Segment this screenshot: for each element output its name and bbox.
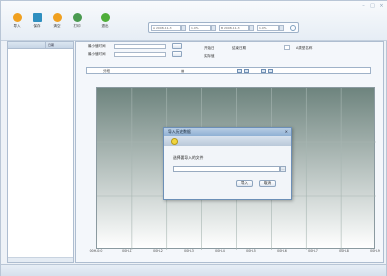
x-tick-label: 00H-5 xyxy=(246,249,256,253)
exit-icon xyxy=(100,13,110,22)
segment-label: 分段 xyxy=(103,69,110,73)
start-label: 最小值时间 xyxy=(88,44,106,48)
end-rate-combo[interactable]: 1.0% xyxy=(257,25,279,31)
maximize-icon[interactable]: □ xyxy=(370,4,375,9)
import-icon xyxy=(12,13,22,22)
end-date-combo[interactable]: B 2008-11-3 xyxy=(219,25,249,31)
x-tick-label: 00H-9 xyxy=(370,249,380,253)
nav-last-icon[interactable] xyxy=(268,69,273,73)
sidebar-header: 日期 xyxy=(8,42,73,49)
toolbar: 导入 保存 清空 打印 退出 A 2008-11-3 1.0% B 2008-1… xyxy=(1,1,387,41)
import-button[interactable]: 导入 xyxy=(9,13,25,29)
dialog-prompt: 选择要导入的文件 xyxy=(173,155,204,160)
dialog-close-icon[interactable]: × xyxy=(285,128,288,136)
sidebar-col-name[interactable] xyxy=(8,42,45,48)
folder-icon xyxy=(171,138,178,145)
print-icon xyxy=(72,13,82,22)
window-controls: – □ × xyxy=(361,4,384,9)
nav-next-icon[interactable] xyxy=(261,69,266,73)
x-tick-label: 00H-4 xyxy=(215,249,225,253)
import-dialog: 导入历史数据 × 选择要导入的文件 … 导入 取消 xyxy=(163,127,292,200)
label-a: 开始日 xyxy=(204,46,215,50)
dialog-banner xyxy=(164,136,291,146)
x-tick-label: 00H-6 xyxy=(277,249,287,253)
nav-first-icon[interactable] xyxy=(237,69,242,73)
save-button[interactable]: 保存 xyxy=(29,13,45,29)
x-tick-label: 00H-0:0 xyxy=(89,249,103,253)
x-tick-label: 00H-2 xyxy=(153,249,163,253)
label-b: 结束日期 xyxy=(232,46,246,50)
clear-icon xyxy=(52,13,62,22)
start-date-combo[interactable]: A 2008-11-3 xyxy=(151,25,181,31)
minimize-icon[interactable]: – xyxy=(361,4,366,9)
dialog-ok-button[interactable]: 导入 xyxy=(236,180,253,187)
end-button[interactable] xyxy=(172,51,182,57)
print-button[interactable]: 打印 xyxy=(69,13,85,29)
sidebar-list[interactable]: 日期 xyxy=(7,41,74,263)
nav-prev-icon[interactable] xyxy=(244,69,249,73)
import-button-label: 导入 xyxy=(13,24,21,28)
x-tick-label: 00H-3 xyxy=(184,249,194,253)
dialog-title: 导入历史数据 xyxy=(168,129,191,134)
date-control-bar: A 2008-11-3 1.0% B 2008-11-3 1.0% xyxy=(148,22,299,33)
start-input[interactable] xyxy=(114,44,166,49)
main-window: 导入 保存 清空 打印 退出 A 2008-11-3 1.0% B 2008-1… xyxy=(0,0,387,276)
start-rate-dropdown[interactable] xyxy=(211,25,216,31)
save-icon xyxy=(32,13,42,22)
x-tick-label: 00H-7 xyxy=(308,249,318,253)
label-c: 实际值 xyxy=(204,54,215,58)
print-button-label: 打印 xyxy=(73,24,81,28)
segment-bar: 分段 ■ xyxy=(86,67,371,74)
dialog-cancel-button[interactable]: 取消 xyxy=(259,180,276,187)
end-input[interactable] xyxy=(114,52,166,57)
x-tick-label: 00H-8 xyxy=(339,249,349,253)
start-button[interactable] xyxy=(172,43,182,49)
end-label: 最小值时间 xyxy=(88,52,106,56)
sidebar-col-date[interactable]: 日期 xyxy=(45,42,73,48)
file-path-input[interactable] xyxy=(173,166,280,172)
close-icon[interactable]: × xyxy=(379,4,384,9)
browse-button[interactable]: … xyxy=(280,166,286,172)
segment-marker: ■ xyxy=(181,69,185,73)
end-rate-dropdown[interactable] xyxy=(279,25,284,31)
start-rate-combo[interactable]: 1.0% xyxy=(189,25,211,31)
type-check[interactable] xyxy=(284,45,290,50)
sidebar-scrollbar[interactable] xyxy=(8,257,73,262)
x-tick-label: 00H-1 xyxy=(122,249,132,253)
start-date-dropdown[interactable] xyxy=(181,25,186,31)
refresh-icon[interactable] xyxy=(290,25,296,31)
end-date-dropdown[interactable] xyxy=(249,25,254,31)
label-d: A类型名称 xyxy=(296,46,313,50)
exit-button[interactable]: 退出 xyxy=(97,13,113,29)
clear-button-label: 清空 xyxy=(53,24,61,28)
status-bar xyxy=(1,264,386,276)
save-button-label: 保存 xyxy=(33,24,41,28)
exit-button-label: 退出 xyxy=(101,24,109,28)
dialog-titlebar: 导入历史数据 × xyxy=(164,128,291,136)
clear-button[interactable]: 清空 xyxy=(49,13,65,29)
